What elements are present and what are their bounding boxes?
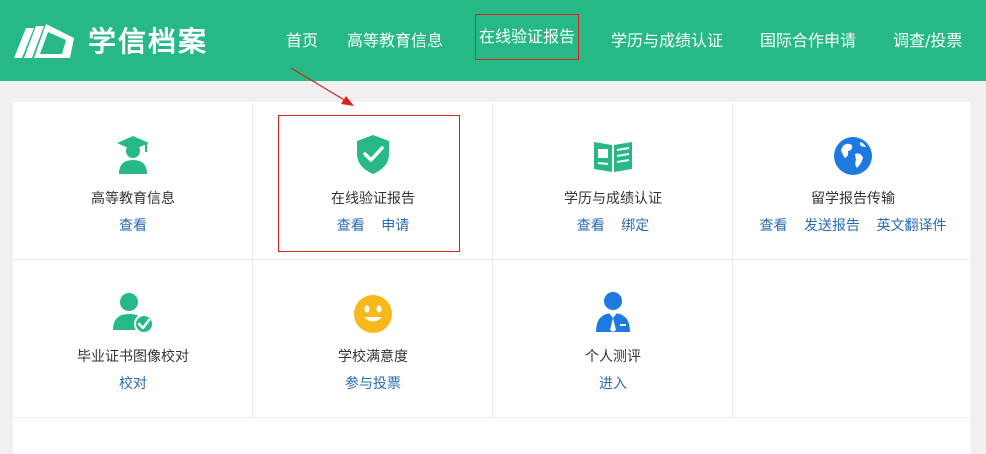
- send-report-link[interactable]: 发送报告: [804, 218, 860, 234]
- services-panel: 高等教育信息 查看 在线验证报告 查看 申请 学历与成绩认证 查看 绑定 留学报…: [13, 102, 970, 454]
- service-study-abroad: 留学报告传输 查看 发送报告 英文翻译件: [733, 102, 970, 260]
- view-link[interactable]: 查看: [577, 218, 605, 234]
- service-links: 校对: [13, 374, 253, 394]
- enter-link[interactable]: 进入: [599, 376, 627, 392]
- service-title: 学历与成绩认证: [564, 191, 662, 207]
- top-header: 学信档案 首页 高等教育信息 在线验证报告 学历与成绩认证 国际合作申请 调查/…: [0, 0, 986, 81]
- service-links: 查看 申请: [253, 216, 493, 236]
- apply-link[interactable]: 申请: [381, 218, 409, 234]
- view-link[interactable]: 查看: [337, 218, 365, 234]
- empty-cell: [733, 260, 970, 418]
- service-links: 查看 发送报告 英文翻译件: [733, 216, 973, 236]
- globe-icon: [834, 137, 872, 175]
- smiley-icon: [354, 295, 392, 333]
- graduate-icon: [117, 136, 149, 174]
- check-link[interactable]: 校对: [119, 376, 147, 392]
- person-tie-icon: [596, 292, 630, 332]
- service-personal-assessment: 个人测评 进入: [493, 260, 733, 418]
- service-links: 进入: [493, 374, 733, 394]
- nav-higher-education[interactable]: 高等教育信息: [347, 28, 443, 54]
- service-title: 留学报告传输: [811, 191, 895, 207]
- nav-online-report[interactable]: 在线验证报告: [475, 14, 580, 60]
- english-translation-link[interactable]: 英文翻译件: [876, 218, 946, 234]
- service-title: 在线验证报告: [331, 191, 415, 207]
- service-title: 毕业证书图像校对: [77, 349, 189, 365]
- nav-home[interactable]: 首页: [286, 28, 318, 54]
- service-title: 学校满意度: [338, 349, 408, 365]
- nav-international[interactable]: 国际合作申请: [760, 28, 856, 54]
- service-links: 参与投票: [253, 374, 493, 394]
- nav-survey[interactable]: 调查/投票: [893, 28, 962, 54]
- service-online-report: 在线验证报告 查看 申请: [253, 102, 493, 260]
- service-certification: 学历与成绩认证 查看 绑定: [493, 102, 733, 260]
- service-school-satisfaction: 学校满意度 参与投票: [253, 260, 493, 418]
- service-title: 个人测评: [585, 349, 641, 365]
- certificate-book-icon: [594, 142, 632, 172]
- view-link[interactable]: 查看: [760, 218, 788, 234]
- service-links: 查看: [13, 216, 253, 236]
- service-title: 高等教育信息: [91, 191, 175, 207]
- shield-check-icon: [357, 135, 389, 174]
- user-check-icon: [113, 293, 153, 334]
- bind-link[interactable]: 绑定: [621, 218, 649, 234]
- main-nav: 首页 高等教育信息 在线验证报告 学历与成绩认证 国际合作申请 调查/投票: [0, 14, 986, 60]
- service-higher-education: 高等教育信息 查看: [13, 102, 253, 260]
- vote-link[interactable]: 参与投票: [345, 376, 401, 392]
- service-links: 查看 绑定: [493, 216, 733, 236]
- view-link[interactable]: 查看: [119, 218, 147, 234]
- nav-certification[interactable]: 学历与成绩认证: [611, 28, 723, 54]
- service-diploma-check: 毕业证书图像校对 校对: [13, 260, 253, 418]
